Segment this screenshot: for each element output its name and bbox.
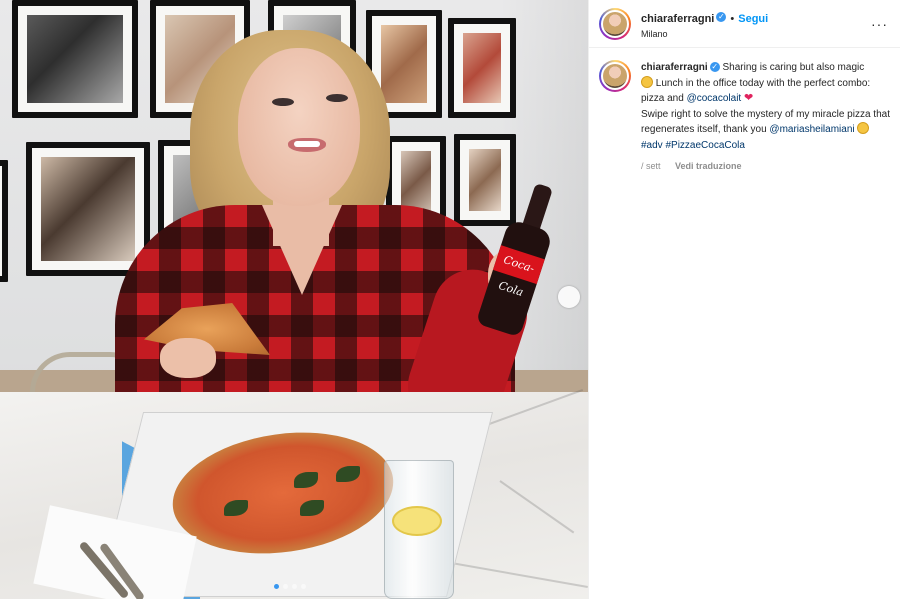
verified-badge-icon: ✓ — [716, 12, 727, 23]
mention-mariasheilamiani[interactable]: @mariasheilamiani — [769, 124, 854, 135]
hashtag-adv[interactable]: #adv — [641, 140, 663, 151]
location-link[interactable]: Milano — [641, 29, 768, 40]
carousel-dot — [292, 584, 297, 589]
avatar[interactable] — [599, 7, 631, 40]
see-translation-button[interactable]: Vedi traduzione — [675, 161, 742, 171]
caption-avatar[interactable] — [599, 60, 631, 92]
carousel-dot — [301, 584, 306, 589]
lemon-slice — [392, 506, 442, 536]
post-header: chiaraferragni ✓ • Segui Milano ··· — [589, 0, 900, 48]
hashtag-pizzaecocacola[interactable]: #PizzaeCocaCola — [665, 140, 745, 151]
carousel-dots — [274, 584, 306, 589]
post-photo[interactable]: Coca-Cola — [0, 0, 588, 599]
next-arrow-icon[interactable] — [558, 286, 580, 308]
wall-frame — [12, 0, 138, 118]
smiling-face-icon — [641, 75, 653, 88]
mention-cocacolait[interactable]: @cocacolait — [687, 93, 742, 104]
follow-button[interactable]: Segui — [738, 13, 768, 25]
post-time: / sett — [641, 161, 661, 171]
carousel-dot — [274, 584, 279, 589]
caption-username[interactable]: chiaraferragni — [641, 62, 708, 73]
instagram-post: Coca-Cola chiaraferragni ✓ • Segui Milan… — [0, 0, 900, 599]
face — [238, 48, 360, 206]
caption-line-1: Sharing is caring but also magic — [722, 62, 865, 73]
laughing-face-icon — [857, 122, 870, 134]
caption-block: chiaraferragni ✓ Sharing is caring but al… — [589, 48, 900, 175]
carousel-dot — [283, 584, 288, 589]
left-hand — [160, 338, 216, 378]
more-options-icon[interactable]: ··· — [871, 16, 888, 32]
wall-frame — [26, 142, 150, 276]
left-eye — [272, 98, 294, 106]
separator: • — [730, 12, 735, 25]
heart-icon: ❤ — [744, 92, 754, 104]
verified-badge-icon: ✓ — [709, 62, 720, 73]
wall-frame — [0, 160, 8, 282]
header-username[interactable]: chiaraferragni — [641, 13, 714, 25]
right-eye — [326, 94, 348, 102]
caption-meta: / sett Vedi traduzione — [641, 159, 890, 175]
caption-line-2: Lunch in the office today with the perfe… — [641, 77, 871, 105]
post-side-panel: chiaraferragni ✓ • Segui Milano ··· chiaraf… — [588, 0, 900, 599]
teeth — [294, 141, 320, 147]
wall-frame — [448, 18, 516, 118]
caption-text: chiaraferragni ✓ Sharing is caring but al… — [641, 60, 890, 175]
